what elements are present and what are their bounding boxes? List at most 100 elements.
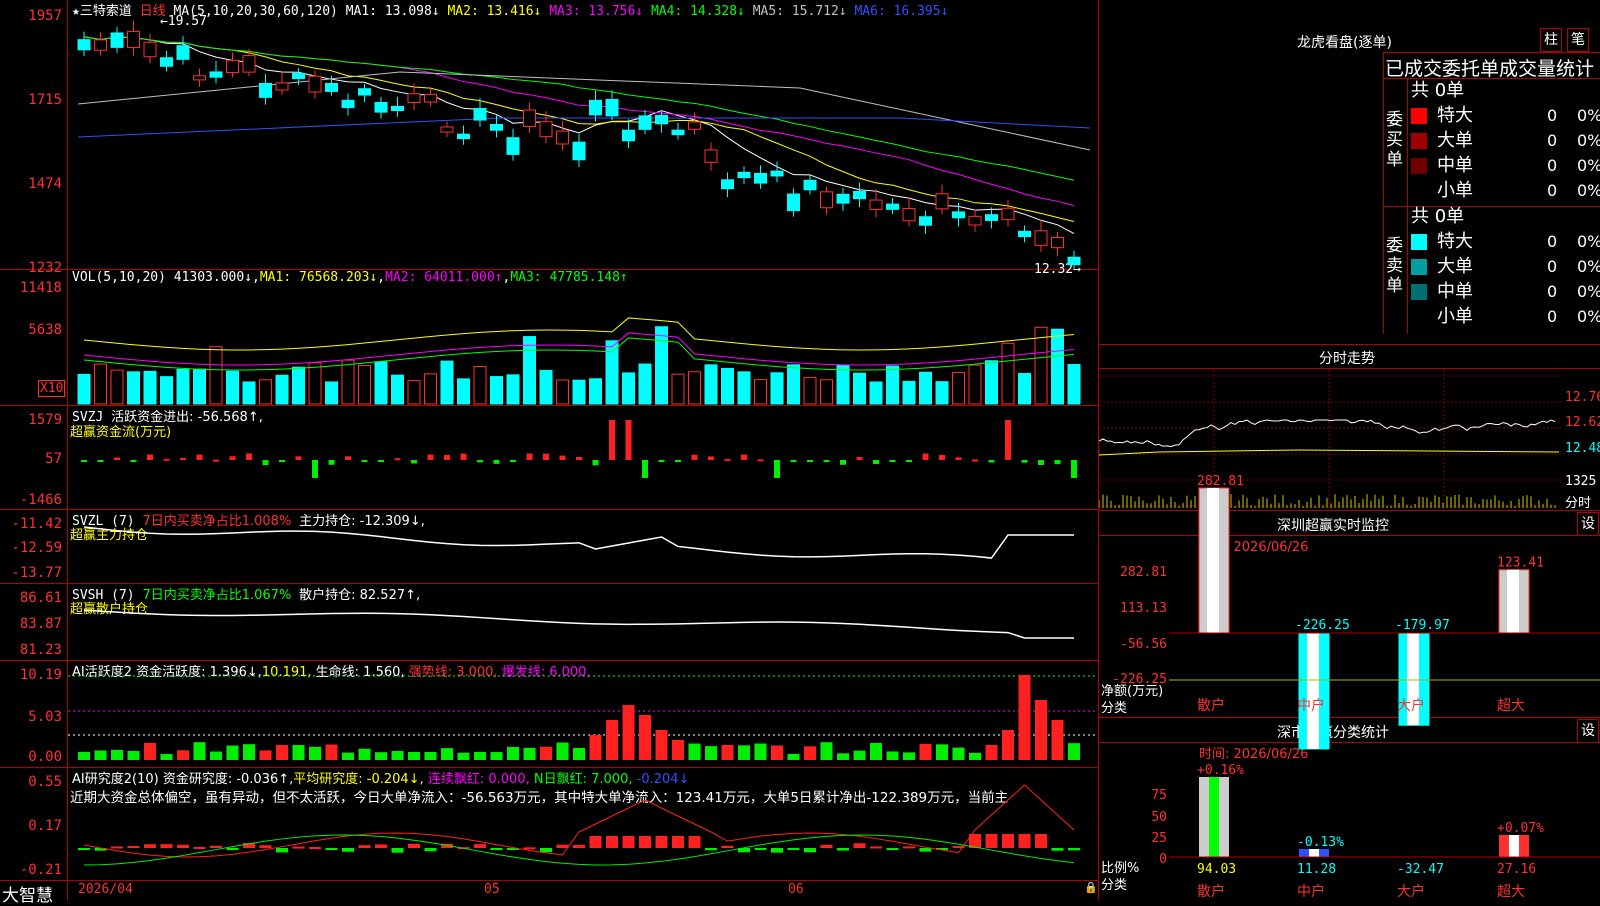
svzj-bar <box>691 454 698 460</box>
volume-bar <box>407 380 421 405</box>
scfl-value-label: 94.03 <box>1197 862 1236 877</box>
szcy-bar-highlight <box>1207 488 1219 633</box>
volume-bar <box>985 360 998 405</box>
ai2-bar <box>160 844 173 848</box>
ai1-bar <box>540 746 552 760</box>
ai1-bar <box>111 749 123 760</box>
svzj-bar <box>790 460 797 462</box>
svzj-bar <box>493 460 500 464</box>
main-chart-svg <box>68 20 1098 866</box>
scfl-value-label: 11.28 <box>1297 862 1336 877</box>
candle <box>292 72 305 80</box>
ma-line <box>77 117 1091 138</box>
ai2-bar <box>771 848 783 853</box>
volume-bar <box>721 367 734 405</box>
svzj-bar <box>130 460 137 462</box>
ai2-bar <box>721 845 734 848</box>
svzj-bar <box>823 460 830 462</box>
volume-bar <box>1001 342 1015 405</box>
candle <box>506 137 520 155</box>
candle <box>160 57 173 67</box>
svzj-bar <box>229 456 236 460</box>
ai2-bar <box>688 836 701 848</box>
ai1-bar <box>276 744 288 760</box>
candle <box>193 75 206 81</box>
ai2-bar <box>490 848 503 850</box>
ai1-bar <box>639 715 651 760</box>
ai1-bar <box>259 750 272 760</box>
candle <box>424 93 437 103</box>
ai2-bar <box>573 844 585 848</box>
svzl-line <box>83 526 1074 559</box>
ai2-bar <box>886 848 899 850</box>
svzj-bar <box>955 457 962 460</box>
ai1-bar <box>738 745 750 760</box>
ai1-bar <box>210 751 222 760</box>
svzj-bar <box>1005 420 1011 460</box>
candle <box>209 71 223 78</box>
volume-bar <box>110 369 124 405</box>
candle <box>259 82 272 98</box>
ai2-bar <box>391 848 404 853</box>
volume-bar <box>242 381 256 405</box>
candle <box>94 39 107 51</box>
candle <box>110 32 124 48</box>
svzj-bar <box>559 455 566 460</box>
svzj-bar <box>592 460 599 466</box>
svzj-bar <box>312 460 318 478</box>
svzj-bar <box>180 457 186 460</box>
svzj-bar <box>576 456 582 460</box>
volume-bar <box>77 373 91 405</box>
ai1-bar <box>441 748 453 760</box>
ai1-bar <box>804 746 816 760</box>
svzj-bar <box>873 460 879 464</box>
volume-bar <box>968 364 982 405</box>
ai1-bar <box>474 751 486 760</box>
scfl-category: 中户 <box>1297 883 1325 900</box>
ai2-bar <box>622 836 635 848</box>
ai2-bar <box>1035 834 1047 848</box>
candle <box>704 149 718 163</box>
ai1-bar <box>870 742 882 760</box>
szcy-category: 超大 <box>1497 698 1525 714</box>
ai1-bar <box>309 746 321 760</box>
ai2-bar <box>144 844 156 848</box>
ai1-bar <box>969 752 981 760</box>
scfl-bar-highlight <box>1309 849 1319 857</box>
candle <box>226 59 239 74</box>
ai1-bar <box>78 751 90 760</box>
candle <box>407 93 421 103</box>
svzj-bar <box>1038 460 1044 466</box>
volume-bar <box>457 378 470 405</box>
ai2-bar <box>919 848 932 852</box>
ai2-bar <box>276 848 288 853</box>
svzj-bar <box>262 460 269 466</box>
ai1-bar <box>325 744 338 760</box>
ai1-bar <box>853 750 866 760</box>
volume-bar <box>1067 363 1081 405</box>
volume-bar <box>655 326 668 405</box>
ai1-bar <box>573 747 585 760</box>
svzj-bar <box>757 459 764 462</box>
svzj-bar <box>97 460 104 462</box>
ai2-bar <box>985 834 998 848</box>
volume-bar <box>671 373 685 405</box>
candle <box>325 83 338 92</box>
svzj-bar <box>328 460 335 465</box>
volume-bar <box>325 381 338 405</box>
volume-bar <box>820 379 833 405</box>
volume-bar <box>275 374 289 405</box>
ai1-bar <box>606 720 618 760</box>
scfl-bar-highlight <box>1509 835 1519 857</box>
ai2-bar <box>672 836 684 848</box>
volume-bar <box>539 369 553 405</box>
volume-bar <box>523 336 536 405</box>
ai1-bar <box>1051 720 1064 760</box>
ai1-bar <box>127 751 140 760</box>
szcy-value-label: -226.25 <box>1295 618 1350 633</box>
ai1-bar <box>1018 675 1031 760</box>
ai2-bar <box>325 848 338 850</box>
volume-bar <box>259 379 272 405</box>
svzj-bar <box>889 460 896 462</box>
candle <box>952 211 965 219</box>
